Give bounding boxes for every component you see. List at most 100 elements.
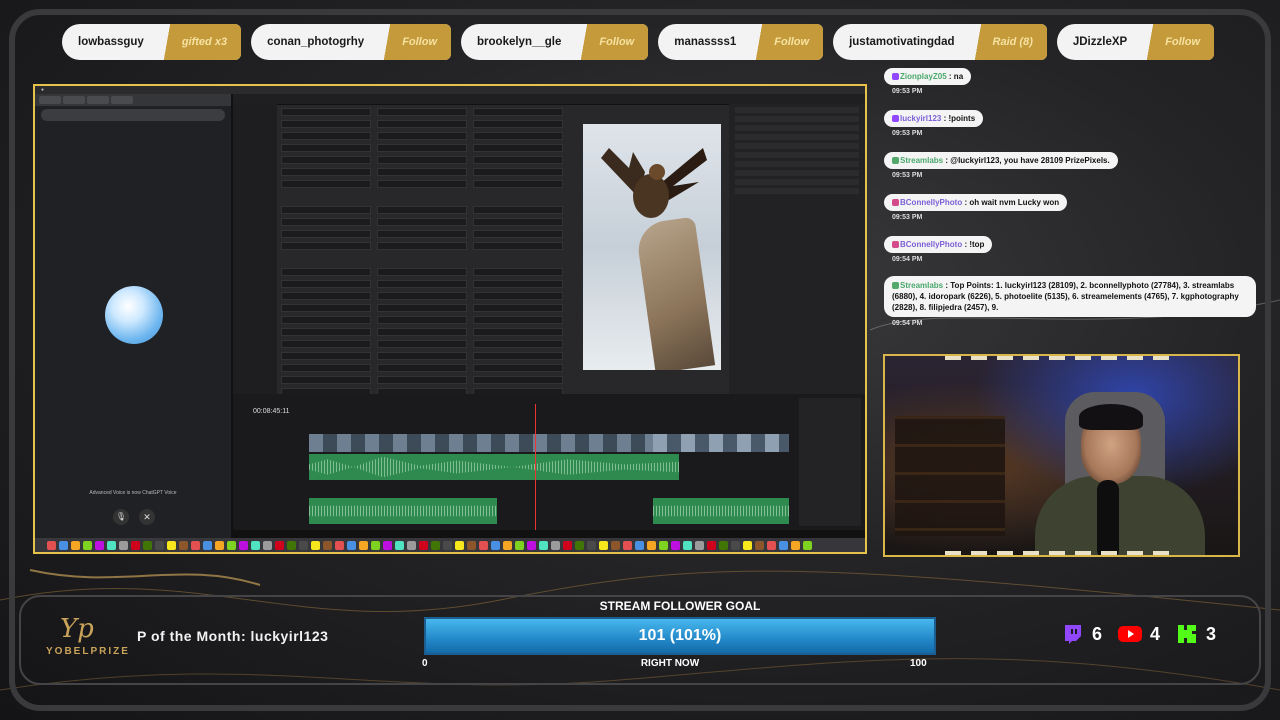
- dock-app-icon[interactable]: [131, 540, 140, 550]
- transition-thumbnail[interactable]: [473, 352, 563, 360]
- inspector-row[interactable]: [735, 179, 859, 185]
- inspector-row[interactable]: [735, 116, 859, 122]
- dock-app-icon[interactable]: [227, 540, 236, 550]
- inspector-row[interactable]: [735, 188, 859, 194]
- transition-thumbnail[interactable]: [377, 206, 467, 214]
- browser-tab[interactable]: [63, 96, 85, 104]
- transition-thumbnail[interactable]: [473, 242, 563, 250]
- transition-thumbnail[interactable]: [473, 340, 563, 348]
- transition-thumbnail[interactable]: [377, 376, 467, 384]
- inspector-row[interactable]: [735, 143, 859, 149]
- dock-app-icon[interactable]: [731, 540, 740, 550]
- dock-app-icon[interactable]: [167, 540, 176, 550]
- transition-thumbnail[interactable]: [473, 316, 563, 324]
- inspector-row[interactable]: [735, 107, 859, 113]
- transition-thumbnail[interactable]: [377, 120, 467, 128]
- audio-track-clip[interactable]: [309, 498, 497, 524]
- dock-app-icon[interactable]: [635, 540, 644, 550]
- transition-thumbnail[interactable]: [473, 156, 563, 164]
- dock-app-icon[interactable]: [311, 540, 320, 550]
- dock-app-icon[interactable]: [431, 540, 440, 550]
- dock-app-icon[interactable]: [251, 540, 260, 550]
- transition-thumbnail[interactable]: [473, 168, 563, 176]
- transition-thumbnail[interactable]: [473, 218, 563, 226]
- dock-app-icon[interactable]: [707, 540, 716, 550]
- dock-app-icon[interactable]: [71, 540, 80, 550]
- transition-thumbnail[interactable]: [473, 230, 563, 238]
- dock-app-icon[interactable]: [755, 540, 764, 550]
- dock-app-icon[interactable]: [647, 540, 656, 550]
- dock-app-icon[interactable]: [551, 540, 560, 550]
- dock-app-icon[interactable]: [383, 540, 392, 550]
- transition-thumbnail[interactable]: [281, 352, 371, 360]
- transition-thumbnail[interactable]: [281, 206, 371, 214]
- browser-tab[interactable]: [39, 96, 61, 104]
- transition-thumbnail[interactable]: [473, 376, 563, 384]
- dock-app-icon[interactable]: [491, 540, 500, 550]
- inspector-row[interactable]: [735, 170, 859, 176]
- transition-thumbnail[interactable]: [281, 230, 371, 238]
- transition-thumbnail[interactable]: [281, 340, 371, 348]
- playhead[interactable]: [535, 404, 536, 530]
- dock-app-icon[interactable]: [791, 540, 800, 550]
- audio-track-clip[interactable]: [309, 454, 679, 480]
- dock-app-icon[interactable]: [299, 540, 308, 550]
- inspector-row[interactable]: [735, 134, 859, 140]
- browser-tab[interactable]: [111, 96, 133, 104]
- transition-thumbnail[interactable]: [473, 280, 563, 288]
- dock-app-icon[interactable]: [215, 540, 224, 550]
- dock-app-icon[interactable]: [359, 540, 368, 550]
- dock-app-icon[interactable]: [407, 540, 416, 550]
- close-voice-button[interactable]: ✕: [139, 509, 155, 525]
- transition-thumbnail[interactable]: [473, 108, 563, 116]
- dock-app-icon[interactable]: [515, 540, 524, 550]
- inspector-row[interactable]: [735, 152, 859, 158]
- transition-thumbnail[interactable]: [281, 316, 371, 324]
- dock-app-icon[interactable]: [83, 540, 92, 550]
- transition-thumbnail[interactable]: [377, 316, 467, 324]
- audio-mixer[interactable]: [799, 398, 861, 526]
- dock-app-icon[interactable]: [563, 540, 572, 550]
- transition-thumbnail[interactable]: [281, 132, 371, 140]
- inspector-row[interactable]: [735, 125, 859, 131]
- transition-thumbnail[interactable]: [281, 144, 371, 152]
- transition-thumbnail[interactable]: [281, 218, 371, 226]
- dock-app-icon[interactable]: [395, 540, 404, 550]
- dock-app-icon[interactable]: [479, 540, 488, 550]
- transition-thumbnail[interactable]: [473, 120, 563, 128]
- transition-thumbnail[interactable]: [281, 268, 371, 276]
- edit-timeline[interactable]: 00:08:45:11: [233, 394, 865, 530]
- dock-app-icon[interactable]: [275, 540, 284, 550]
- transition-thumbnail[interactable]: [281, 292, 371, 300]
- inspector-row[interactable]: [735, 161, 859, 167]
- transition-thumbnail[interactable]: [281, 180, 371, 188]
- transition-thumbnail[interactable]: [281, 328, 371, 336]
- transition-thumbnail[interactable]: [377, 352, 467, 360]
- dock-app-icon[interactable]: [239, 540, 248, 550]
- dock-app-icon[interactable]: [455, 540, 464, 550]
- microphone-button[interactable]: 🎙: [113, 509, 129, 525]
- transition-thumbnail[interactable]: [281, 156, 371, 164]
- transition-thumbnail[interactable]: [377, 304, 467, 312]
- dock-app-icon[interactable]: [323, 540, 332, 550]
- transition-thumbnail[interactable]: [473, 268, 563, 276]
- dock-app-icon[interactable]: [107, 540, 116, 550]
- transition-thumbnail[interactable]: [281, 108, 371, 116]
- transition-thumbnail[interactable]: [473, 132, 563, 140]
- transition-thumbnail[interactable]: [377, 144, 467, 152]
- transition-thumbnail[interactable]: [377, 230, 467, 238]
- transition-thumbnail[interactable]: [281, 120, 371, 128]
- dock-app-icon[interactable]: [659, 540, 668, 550]
- transition-thumbnail[interactable]: [473, 180, 563, 188]
- transition-thumbnail[interactable]: [473, 304, 563, 312]
- dock-app-icon[interactable]: [767, 540, 776, 550]
- dock-app-icon[interactable]: [203, 540, 212, 550]
- browser-address-bar[interactable]: [41, 109, 225, 121]
- transition-thumbnail[interactable]: [281, 280, 371, 288]
- dock-app-icon[interactable]: [347, 540, 356, 550]
- dock-app-icon[interactable]: [419, 540, 428, 550]
- dock-app-icon[interactable]: [179, 540, 188, 550]
- transition-thumbnail[interactable]: [473, 364, 563, 372]
- dock-app-icon[interactable]: [119, 540, 128, 550]
- dock-app-icon[interactable]: [599, 540, 608, 550]
